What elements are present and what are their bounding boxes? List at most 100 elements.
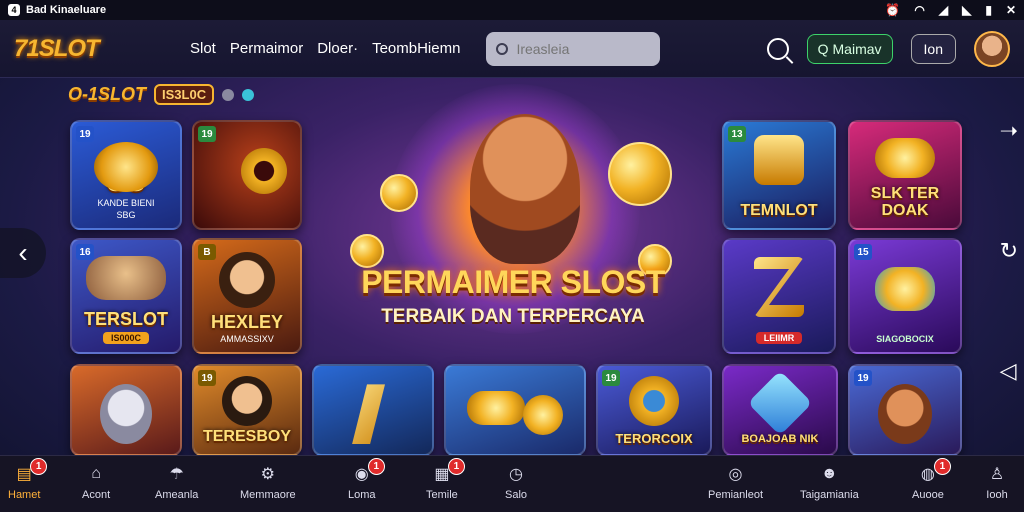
gem-icon <box>747 370 813 436</box>
bottomnav-label: Iooh <box>986 489 1008 501</box>
dot-icon <box>242 88 255 101</box>
bottomnav-item-auooe[interactable]: ◍ 1 Auooe <box>912 458 951 501</box>
demon-art-icon <box>878 384 932 445</box>
tile-badge: 16 <box>76 244 94 260</box>
share-icon[interactable]: ➝ <box>1000 118 1018 144</box>
battery-icon: ▮ <box>985 3 992 17</box>
close-icon[interactable]: ✕ <box>1006 3 1016 17</box>
tile-badge: 15 <box>854 244 872 260</box>
avatar[interactable] <box>974 30 1010 67</box>
signal-icon-2: ◣ <box>962 3 972 17</box>
game-tile[interactable]: 19 TERESBOY <box>192 364 302 456</box>
game-tile[interactable]: 19 TERORCOIX <box>596 364 712 456</box>
key-icon <box>875 138 935 179</box>
tile-pill: IS000C <box>102 332 150 344</box>
brand-tag: IS3L0C <box>154 84 215 105</box>
hero-face-art-icon <box>219 252 275 309</box>
game-tile[interactable]: 19 <box>848 364 962 456</box>
nav-item-permaimor[interactable]: Permaimor <box>230 40 303 57</box>
search-box[interactable] <box>486 31 661 66</box>
game-tile[interactable] <box>312 364 434 456</box>
tile-badge: 19 <box>602 370 620 386</box>
tile-subtitle-2: SBG <box>116 210 136 220</box>
member-label: Maimav <box>832 40 882 57</box>
bottomnav-item-acont[interactable]: ⌂ Acont <box>82 464 110 501</box>
tile-badge: 19 <box>76 126 94 142</box>
carousel-prev-button[interactable]: ‹ <box>0 228 46 278</box>
z-letter-icon <box>754 257 804 318</box>
game-tile[interactable]: B HEXLEY AMMASSIXV <box>192 238 302 354</box>
bottomnav-label: Acont <box>82 489 111 501</box>
chip-icon: ◍ 1 <box>917 458 951 484</box>
nav-item-dloer[interactable]: Dloer· <box>317 40 358 57</box>
bottomnav-label: Hamet <box>8 489 41 501</box>
bottomnav-label: Salo <box>505 489 528 501</box>
status-app-name: Bad Kinaeluare <box>26 4 107 16</box>
game-tile[interactable] <box>444 364 586 456</box>
tile-title: TERESBOY <box>202 428 291 446</box>
brand-name: O-1SLOT <box>68 84 147 104</box>
coin-stack-icon <box>466 391 525 426</box>
status-bar: 4 Bad Kinaeluare ⏰ ◠ ◢ ◣ ▮ ✕ <box>0 0 1024 20</box>
search-input[interactable] <box>516 40 637 57</box>
coin-icon <box>608 142 672 206</box>
nav-item-teombhiemn[interactable]: TeombHiemn <box>372 40 460 57</box>
tile-title: HEXLEY <box>210 312 284 333</box>
bottomnav-item-loma[interactable]: ◉ 1 Loma <box>348 458 385 501</box>
hero-banner[interactable]: PERMAIMER SLOST TERBAIK DAN TERPERCAYA <box>310 84 716 364</box>
game-tile[interactable] <box>70 364 182 456</box>
tile-badge: B <box>198 244 216 260</box>
member-button[interactable]: Q Maimav <box>806 33 893 64</box>
bottomnav-item-iooh[interactable]: ♙ Iooh <box>986 464 1008 501</box>
characters-art-icon <box>86 256 166 301</box>
search-icon <box>496 42 509 55</box>
tile-pill: LEIIMR <box>755 332 803 344</box>
hero-title: PERMAIMER SLOST <box>361 264 665 300</box>
bottomnav-item-pemianleot[interactable]: ◎ Pemianleot <box>708 464 763 501</box>
chevron-left-icon: ‹ <box>18 237 28 268</box>
tile-badge: 13 <box>728 126 746 142</box>
game-tile[interactable]: 13 TEMNLOT <box>722 120 836 230</box>
bottomnav-item-temile[interactable]: ▦ 1 Temile <box>426 458 465 501</box>
header-search-icon[interactable] <box>766 37 789 60</box>
game-tile[interactable]: 19 GO KANDE BIENI SBG <box>70 120 182 230</box>
hero-subtitle: TERBAIK DAN TERPERCAYA <box>381 306 645 327</box>
bottomnav-item-taigamiania[interactable]: ☻ Taigamiania <box>800 464 859 501</box>
people-icon: ☻ <box>820 465 838 482</box>
game-tile[interactable]: BOAJOAB NIK <box>722 364 838 456</box>
bottomnav-item-memmaore[interactable]: ⚙ Memmaore <box>240 464 296 501</box>
coin-icon <box>350 234 384 268</box>
member-icon: Q <box>817 40 829 57</box>
game-tile[interactable]: SLK TER DOAK <box>848 120 962 230</box>
tile-subtitle: KANDE BIENI <box>97 198 155 208</box>
site-logo[interactable]: 71SLOT <box>14 35 174 63</box>
tile-badge: 19 <box>198 126 216 142</box>
game-tile[interactable]: LEIIMR <box>722 238 836 354</box>
bottomnav-label: Auooe <box>912 489 944 501</box>
bottomnav-label: Pemianleot <box>708 489 764 501</box>
game-tile[interactable]: 19 <box>192 120 302 230</box>
clock-icon: ◷ <box>509 466 523 483</box>
alarm-icon: ⏰ <box>885 3 901 17</box>
tile-subtitle: AMMASSIXV <box>220 334 274 344</box>
bottomnav-item-salo[interactable]: ◷ Salo <box>505 464 527 501</box>
nav-item-slot[interactable]: Slot <box>190 40 216 57</box>
bottomnav-item-hamet[interactable]: ▤ 1 Hamet <box>8 458 48 501</box>
bottomnav-item-ameanla[interactable]: ☂ Ameanla <box>155 464 198 501</box>
tile-title: SLK TER DOAK <box>870 185 940 220</box>
sound-icon[interactable]: ◁ <box>1000 358 1018 384</box>
tile-title: BOAJOAB NIK <box>741 433 819 446</box>
refresh-icon[interactable]: ↻ <box>1000 238 1018 264</box>
bottomnav-label: Loma <box>348 489 376 501</box>
game-tile[interactable]: 16 TERSLOT IS000C <box>70 238 182 354</box>
login-button[interactable]: Ion <box>910 33 956 64</box>
bottomnav-label: Temile <box>426 489 458 501</box>
header: 71SLOT Slot Permaimor Dloer· TeombHiemn … <box>0 20 1024 78</box>
main-nav: Slot Permaimor Dloer· TeombHiemn <box>190 40 460 57</box>
game-tile[interactable]: 15 SIAGOBOCIX <box>848 238 962 354</box>
tile-title: TERORCOIX <box>615 431 693 447</box>
dot-icon <box>222 88 235 101</box>
bottom-nav: ▤ 1 Hamet ⌂ Acont ☂ Ameanla ⚙ Memmaore ◉ 1… <box>0 455 1024 512</box>
coin-art-icon <box>94 141 158 192</box>
coin-icon <box>522 395 563 436</box>
